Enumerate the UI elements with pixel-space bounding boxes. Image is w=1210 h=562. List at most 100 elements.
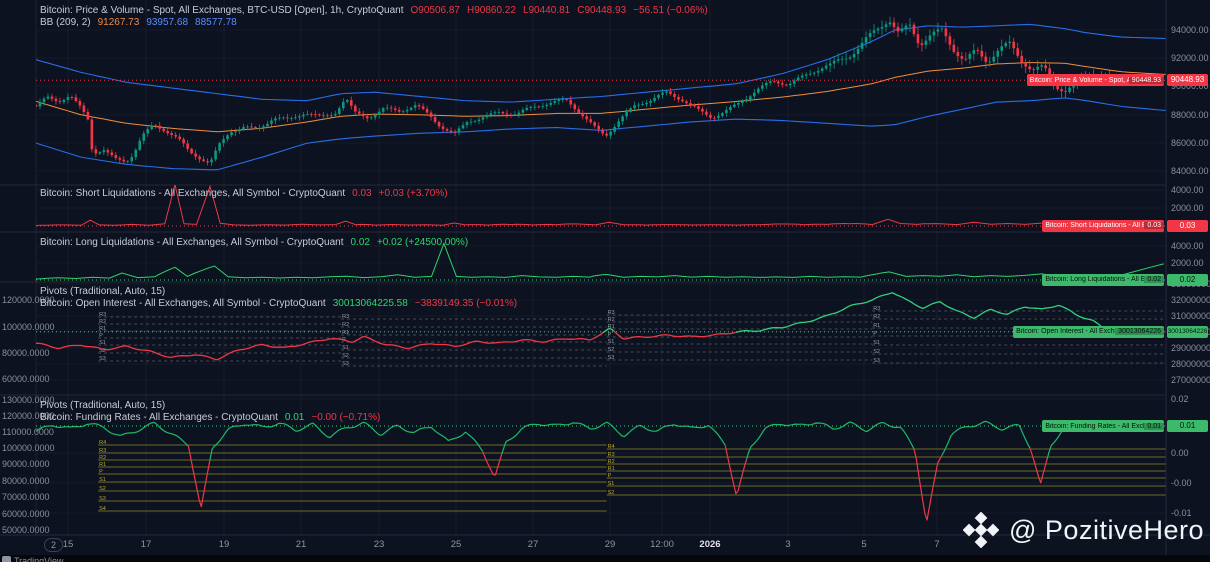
series-tag[interactable]: Bitcoin: Funding Rates - All Exchanges0.… — [1042, 420, 1164, 432]
svg-text:R3: R3 — [342, 314, 349, 320]
pane-3-legend-row[interactable]: Bitcoin: Open Interest - All Exchanges, … — [40, 298, 517, 309]
legend-token: +0.02 (+24500.00%) — [376, 237, 469, 248]
time-axis-tick[interactable]: 21 — [281, 539, 321, 550]
right-axis-tick: 0.02 — [1171, 394, 1189, 404]
time-axis-tick[interactable]: 29 — [590, 539, 630, 550]
right-axis-tick: 27000000000 — [1171, 375, 1210, 385]
legend-token: 0.03 — [352, 188, 372, 199]
svg-text:S3: S3 — [608, 355, 615, 361]
left-axis-tick: 50000.0000 — [2, 525, 50, 535]
pane-4-legend-row[interactable]: Pivots (Traditional, Auto, 15) — [40, 400, 165, 411]
legend-token: Pivots (Traditional, Auto, 15) — [40, 286, 166, 297]
axis-price-box[interactable]: 30013064226 — [1167, 325, 1208, 338]
time-axis-tick[interactable]: 5 — [844, 539, 884, 550]
trading-chart-window: R3 R2 R1 P S1 S2 S3 R3 R2 R1 P S1 S2 S3 R3 R2 R1 P S1 S2 S3 R… — [0, 0, 1210, 562]
legend-token: −3839149.35 (−0.01%) — [414, 298, 518, 309]
watermark-handle: @ PozitiveHero — [1009, 514, 1204, 545]
svg-text:S1: S1 — [608, 481, 615, 487]
svg-text:R2: R2 — [99, 455, 106, 461]
svg-text:R1: R1 — [873, 323, 880, 329]
axis-price-box[interactable]: 0.02 — [1167, 273, 1208, 286]
legend-token: +0.03 (+3.70%) — [378, 188, 448, 199]
pane-0-legend-row[interactable]: Bitcoin: Price & Volume - Spot, All Exch… — [40, 5, 708, 16]
time-axis-tick[interactable]: 19 — [204, 539, 244, 550]
svg-text:S1: S1 — [873, 340, 880, 346]
pane-3-legend-row[interactable]: Pivots (Traditional, Auto, 15) — [40, 286, 165, 297]
tradingview-brand[interactable]: TradingView — [14, 556, 64, 562]
svg-text:R1: R1 — [608, 466, 615, 472]
legend-token: 88577.78 — [195, 17, 237, 28]
time-axis-tick[interactable]: 23 — [359, 539, 399, 550]
series-tag[interactable]: Bitcoin: Open Interest - All Exchange…30… — [1013, 325, 1164, 338]
axis-price-box[interactable]: 0.01 — [1167, 420, 1208, 432]
svg-text:R1: R1 — [99, 462, 106, 468]
svg-text:P: P — [608, 473, 612, 479]
pane-1-legend-row[interactable]: Bitcoin: Short Liquidations - All Exchan… — [40, 188, 448, 199]
legend-token: L90440.81 — [522, 5, 571, 16]
time-axis-tick[interactable]: 3 — [768, 539, 808, 550]
right-axis-tick: 92000.00 — [1171, 53, 1209, 63]
time-axis-tick[interactable]: 27 — [513, 539, 553, 550]
left-axis-tick: 110000.0000 — [2, 427, 54, 437]
time-axis-tick[interactable]: 12:00 — [642, 539, 682, 550]
left-axis-tick: 90000.0000 — [2, 459, 50, 469]
series-tag[interactable]: Bitcoin: Long Liquidations - All Exch…0.… — [1042, 273, 1164, 286]
series-tag-value: 0.01 — [1144, 422, 1164, 430]
legend-token: Bitcoin: Open Interest - All Exchanges, … — [40, 298, 326, 309]
legend-token: Bitcoin: Price & Volume - Spot, All Exch… — [40, 5, 404, 16]
axis-price-box[interactable]: 0.03 — [1167, 219, 1208, 232]
legend-token: Pivots (Traditional, Auto, 15) — [40, 400, 166, 411]
time-axis-tick[interactable]: 7 — [917, 539, 957, 550]
svg-text:P: P — [608, 332, 612, 338]
left-axis-tick: 80000.0000 — [2, 476, 50, 486]
time-axis-tick[interactable]: 17 — [126, 539, 166, 550]
right-axis-tick: -0.00 — [1171, 478, 1192, 488]
time-axis-badge[interactable]: 2 — [44, 538, 64, 552]
pane-0-legend-row[interactable]: BB (209, 2) 91267.73 93957.68 88577.78 — [40, 17, 237, 28]
right-axis-tick: 31000000000 — [1171, 311, 1210, 321]
axis-price-box[interactable]: 90448.93 — [1167, 74, 1208, 87]
svg-text:R3: R3 — [608, 452, 615, 458]
series-tag-title: Bitcoin: Short Liquidations - All Exc… — [1045, 222, 1145, 230]
svg-text:S1: S1 — [608, 339, 615, 345]
svg-text:S2: S2 — [342, 353, 349, 359]
svg-text:R2: R2 — [873, 314, 880, 320]
series-tag-title: Bitcoin: Price & Volume - Spot, All E… — [1029, 76, 1129, 84]
svg-text:S2: S2 — [608, 347, 615, 353]
right-axis-tick: 2000.00 — [1171, 203, 1204, 213]
right-axis-tick: 4000.00 — [1171, 241, 1204, 251]
time-axis-tick[interactable]: 2026 — [690, 539, 730, 550]
series-tag-value: 90448.93 — [1128, 76, 1164, 84]
left-axis-tick: 100000.0000 — [2, 443, 55, 453]
svg-text:S3: S3 — [342, 361, 349, 367]
series-tag[interactable]: Bitcoin: Price & Volume - Spot, All E…90… — [1026, 74, 1164, 87]
legend-token: O90506.87 — [410, 5, 461, 16]
legend-token: H90860.22 — [467, 5, 516, 16]
svg-text:S4: S4 — [99, 506, 106, 512]
svg-text:S1: S1 — [342, 345, 349, 351]
legend-token: 91267.73 — [97, 17, 140, 28]
svg-text:S3: S3 — [99, 356, 106, 362]
time-axis-tick[interactable]: 25 — [436, 539, 476, 550]
pane-2-legend-row[interactable]: Bitcoin: Long Liquidations - All Exchang… — [40, 237, 468, 248]
left-axis-tick: 70000.0000 — [2, 492, 50, 502]
series-tag[interactable]: Bitcoin: Short Liquidations - All Exc…0.… — [1042, 219, 1164, 232]
right-axis-tick: 28000000000 — [1171, 359, 1210, 369]
right-axis-tick: 4000.00 — [1171, 185, 1204, 195]
svg-text:R3: R3 — [99, 448, 106, 454]
svg-text:S3: S3 — [99, 496, 106, 502]
svg-text:P: P — [99, 469, 103, 475]
svg-text:R1: R1 — [99, 326, 106, 332]
pane-4-legend-row[interactable]: Bitcoin: Funding Rates - All Exchanges -… — [40, 412, 380, 423]
svg-text:S2: S2 — [608, 490, 615, 496]
svg-text:S1: S1 — [99, 477, 106, 483]
svg-text:R2: R2 — [608, 459, 615, 465]
legend-token: C90448.93 — [577, 5, 627, 16]
svg-text:R4: R4 — [99, 440, 106, 446]
svg-text:S2: S2 — [99, 486, 106, 492]
legend-token: 0.02 — [350, 237, 370, 248]
right-axis-tick: 86000.00 — [1171, 138, 1209, 148]
svg-text:R3: R3 — [873, 306, 880, 312]
svg-text:R1: R1 — [342, 330, 349, 336]
svg-text:R2: R2 — [608, 317, 615, 323]
